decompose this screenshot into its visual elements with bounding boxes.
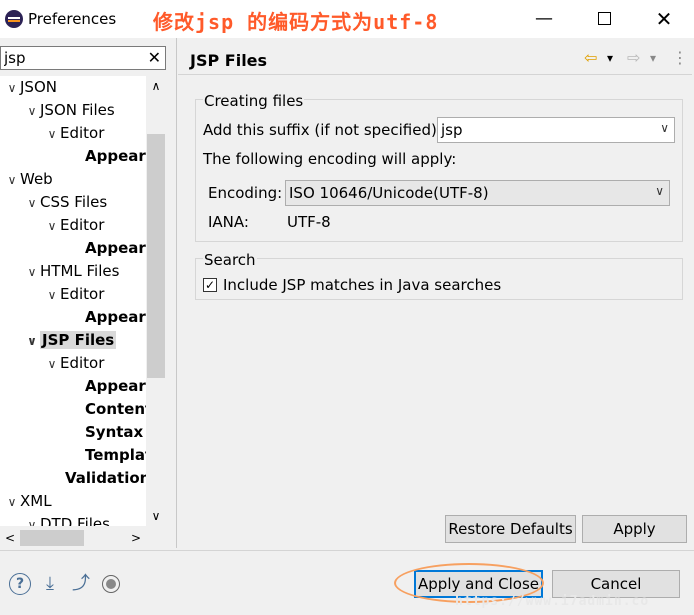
eclipse-icon — [5, 10, 23, 28]
apply-button[interactable]: Apply — [582, 515, 687, 543]
clear-filter-icon[interactable]: ✕ — [148, 48, 161, 67]
expand-icon[interactable]: ∨ — [4, 491, 20, 513]
expand-icon[interactable]: ∨ — [24, 330, 40, 352]
panel-splitter[interactable] — [176, 38, 177, 548]
creating-files-label: Creating files — [203, 92, 305, 110]
tree-item-html-files[interactable]: ∨ HTML Files — [24, 260, 120, 283]
scroll-down-icon[interactable]: ∨ — [146, 506, 166, 526]
tree-item-jsp-editor[interactable]: ∨ Editor — [44, 352, 105, 375]
back-menu-icon[interactable]: ▾ — [607, 51, 613, 65]
scroll-left-icon[interactable]: < — [0, 528, 20, 548]
tree-item-json-files[interactable]: ∨ JSON Files — [24, 99, 115, 121]
tree-item-dtd-files[interactable]: ∨ DTD Files — [24, 513, 110, 526]
restore-defaults-button[interactable]: Restore Defaults — [445, 515, 576, 543]
more-options-icon[interactable]: ⋮ — [672, 48, 688, 67]
minimize-button[interactable]: — — [532, 8, 556, 30]
chevron-down-icon: ∨ — [660, 121, 669, 135]
include-jsp-label: Include JSP matches in Java searches — [223, 276, 502, 294]
iana-value: UTF-8 — [287, 213, 331, 231]
tree-item-json[interactable]: ∨ JSON — [4, 76, 57, 98]
scroll-thumb[interactable] — [20, 530, 84, 546]
scroll-right-icon[interactable]: > — [126, 528, 146, 548]
iana-label: IANA: — [208, 213, 249, 231]
header-divider — [178, 74, 692, 75]
import-icon[interactable]: ⤓ — [39, 573, 61, 595]
tree-item-css-editor[interactable]: ∨ Editor — [44, 214, 105, 237]
suffix-combo[interactable]: jsp ∨ — [437, 117, 675, 143]
expand-icon[interactable]: ∨ — [44, 215, 60, 237]
footer-divider — [0, 550, 694, 551]
expand-icon[interactable]: ∨ — [24, 514, 40, 526]
tree-item-jsp-files[interactable]: ∨ JSP Files — [24, 329, 117, 352]
expand-icon[interactable]: ∨ — [44, 353, 60, 375]
tree-item-css-appearance[interactable]: Appeara — [85, 237, 146, 259]
expand-icon[interactable]: ∨ — [24, 192, 40, 214]
expand-icon[interactable]: ∨ — [24, 261, 40, 283]
tree-item-jsp-syntax[interactable]: Syntax C — [85, 421, 146, 443]
scroll-thumb[interactable] — [147, 134, 165, 378]
encoding-combo[interactable]: ISO 10646/Unicode(UTF-8) ∨ — [285, 180, 670, 206]
expand-icon[interactable]: ∨ — [24, 100, 40, 122]
tree-item-validation[interactable]: Validation — [65, 467, 146, 489]
forward-menu-icon[interactable]: ▾ — [650, 51, 656, 65]
expand-icon[interactable]: ∨ — [4, 77, 20, 99]
tree-item-xml[interactable]: ∨ XML — [4, 490, 52, 512]
preferences-tree: ∨JSON ∨JSON Files ∨Editor Appeara ∨Web ∨… — [0, 76, 146, 526]
tree-item-json-editor[interactable]: ∨ Editor — [44, 122, 105, 145]
maximize-button[interactable] — [592, 8, 616, 30]
filter-box: ✕ — [0, 46, 166, 70]
chevron-down-icon: ∨ — [655, 184, 664, 198]
tree-item-html-editor[interactable]: ∨ Editor — [44, 283, 105, 306]
expand-icon[interactable]: ∨ — [44, 284, 60, 306]
tree-item-web[interactable]: ∨ Web — [4, 168, 53, 190]
tree-item-css-files[interactable]: ∨ CSS Files — [24, 191, 108, 214]
search-label: Search — [203, 251, 257, 269]
filter-input[interactable] — [4, 48, 140, 68]
tree-vertical-scrollbar[interactable]: ∧ ∨ — [146, 76, 166, 526]
expand-icon[interactable]: ∨ — [4, 169, 20, 191]
include-jsp-checkbox[interactable]: ✓ — [203, 278, 217, 292]
maximize-icon — [597, 12, 611, 25]
suffix-value: jsp — [441, 121, 463, 139]
encoding-label: Encoding: — [208, 184, 283, 202]
tree-horizontal-scrollbar[interactable]: < > — [0, 528, 146, 548]
record-icon[interactable] — [102, 575, 120, 593]
tree-item-jsp-content[interactable]: Content — [85, 398, 146, 420]
back-arrow-icon[interactable]: ⇦ — [584, 48, 597, 67]
close-button[interactable]: ✕ — [652, 8, 676, 30]
watermark-text: https://www.i7admin.co — [455, 594, 650, 609]
tree-item-jsp-templates[interactable]: Templat — [85, 444, 146, 466]
title-bar: Preferences 修改jsp 的编码方式为utf-8 — ✕ — [0, 0, 694, 38]
page-title: JSP Files — [190, 51, 268, 70]
tree-item-html-appearance[interactable]: Appeara — [85, 306, 146, 328]
annotation-text: 修改jsp 的编码方式为utf-8 — [153, 10, 439, 34]
forward-arrow-icon[interactable]: ⇨ — [627, 48, 640, 67]
suffix-label: Add this suffix (if not specified): — [203, 121, 442, 139]
encoding-intro: The following encoding will apply: — [203, 150, 457, 168]
window-title: Preferences — [28, 10, 117, 28]
tree-item-jsp-appearance[interactable]: Appeara — [85, 375, 146, 397]
help-icon[interactable]: ? — [9, 573, 31, 595]
scroll-up-icon[interactable]: ∧ — [146, 76, 166, 96]
encoding-value: ISO 10646/Unicode(UTF-8) — [289, 184, 489, 202]
export-icon[interactable]: ⤴ — [70, 573, 92, 595]
expand-icon[interactable]: ∨ — [44, 123, 60, 145]
tree-item-json-appearance[interactable]: Appeara — [85, 145, 146, 167]
